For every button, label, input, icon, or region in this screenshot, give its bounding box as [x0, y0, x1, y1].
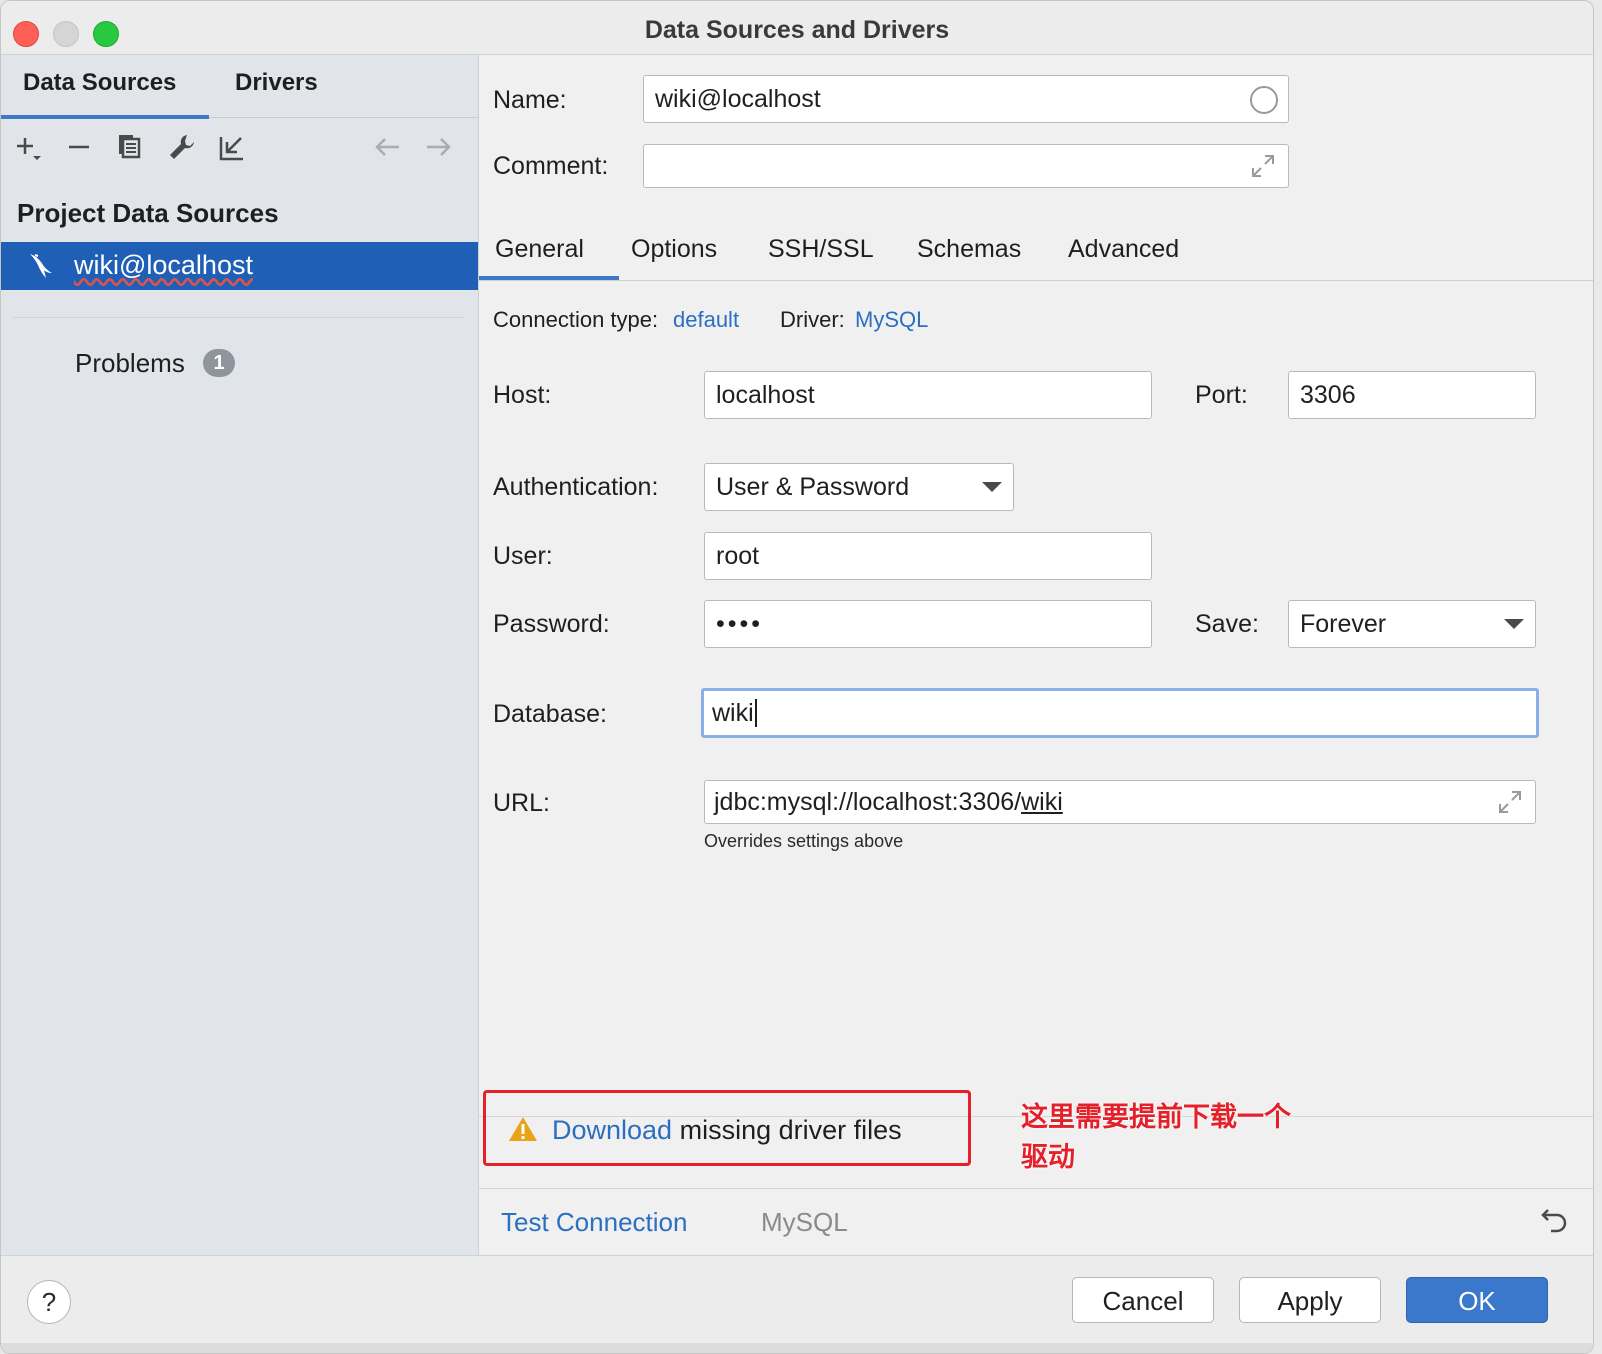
divider [479, 1188, 1593, 1189]
comment-field[interactable] [643, 144, 1289, 188]
chevron-down-icon [1504, 619, 1524, 629]
driver-label: Driver: [780, 307, 845, 332]
import-icon[interactable] [217, 131, 249, 163]
port-value: 3306 [1300, 380, 1356, 409]
dialog-footer: ? Cancel Apply OK [1, 1255, 1593, 1353]
save-value: Forever [1300, 609, 1387, 638]
authentication-value: User & Password [716, 472, 910, 501]
problems-label[interactable]: Problems [75, 348, 185, 379]
save-select[interactable]: Forever [1288, 600, 1536, 648]
active-tab-indicator [1, 115, 209, 119]
remove-icon[interactable] [63, 131, 95, 163]
warning-icon [509, 1117, 537, 1141]
database-input[interactable]: wiki [701, 688, 1539, 738]
name-field[interactable]: wiki@localhost [643, 75, 1289, 123]
color-picker-icon[interactable] [1250, 86, 1278, 114]
url-prefix: jdbc:mysql://localhost:3306/ [714, 787, 1022, 816]
mysql-dolphin-icon [30, 254, 52, 278]
download-driver-link[interactable]: Download [552, 1115, 672, 1145]
url-label: URL: [493, 789, 550, 817]
driver-link[interactable]: MySQL [855, 307, 928, 333]
user-label: User: [493, 542, 553, 570]
chevron-down-icon [982, 482, 1002, 492]
annotation-line-1: 这里需要提前下载一个 [1021, 1102, 1291, 1132]
connection-type-label: Connection type: [493, 307, 659, 332]
left-pane: Data Sources Drivers Project Data Source… [1, 55, 479, 1255]
database-label: Database: [493, 700, 607, 728]
tab-ssh-ssl[interactable]: SSH/SSL [768, 235, 874, 264]
url-database-part: wiki [1021, 787, 1063, 816]
missing-driver-warning: Download missing driver files [483, 1090, 971, 1166]
tab-advanced[interactable]: Advanced [1068, 235, 1179, 264]
tab-options[interactable]: Options [631, 235, 717, 264]
database-value: wiki [712, 698, 754, 727]
host-input[interactable]: localhost [704, 371, 1152, 419]
list-divider [13, 317, 463, 318]
host-value: localhost [716, 380, 815, 409]
authentication-label: Authentication: [493, 473, 659, 501]
title-bar: Data Sources and Drivers [1, 1, 1593, 55]
back-arrow-icon[interactable] [371, 131, 403, 163]
user-value: root [716, 541, 760, 570]
cancel-button[interactable]: Cancel [1072, 1277, 1214, 1323]
connection-type-link[interactable]: default [673, 307, 739, 333]
port-label: Port: [1195, 381, 1248, 409]
problems-count-badge: 1 [203, 349, 235, 377]
authentication-select[interactable]: User & Password [704, 463, 1014, 511]
save-label: Save: [1195, 610, 1259, 638]
section-title: Project Data Sources [17, 198, 279, 228]
warning-message: missing driver files [672, 1115, 902, 1145]
revert-icon[interactable] [1539, 1203, 1571, 1235]
dialog-window: Data Sources and Drivers Data Sources Dr… [0, 0, 1594, 1354]
password-input[interactable]: •••• [704, 600, 1152, 648]
ok-button[interactable]: OK [1406, 1277, 1548, 1323]
settings-tabs: General Options SSH/SSL Schemas Advanced [479, 225, 1593, 281]
test-driver-label: MySQL [761, 1207, 848, 1237]
warning-text: Download missing driver files [552, 1115, 902, 1146]
data-source-label: wiki@localhost [74, 250, 253, 280]
active-tab-indicator [479, 276, 619, 280]
add-icon[interactable] [13, 131, 45, 163]
duplicate-icon[interactable] [114, 131, 146, 163]
tab-general[interactable]: General [495, 235, 584, 264]
tab-schemas[interactable]: Schemas [917, 235, 1021, 264]
annotation-line-2: 驱动 [1021, 1142, 1075, 1172]
tab-drivers[interactable]: Drivers [235, 69, 318, 97]
test-connection-link[interactable]: Test Connection [501, 1207, 687, 1238]
expand-icon[interactable] [1497, 789, 1523, 815]
wrench-icon[interactable] [166, 131, 198, 163]
port-input[interactable]: 3306 [1288, 371, 1536, 419]
host-label: Host: [493, 381, 552, 409]
annotation-note: 这里需要提前下载一个 驱动 [1021, 1097, 1321, 1177]
apply-button[interactable]: Apply [1239, 1277, 1381, 1323]
password-value: •••• [716, 609, 764, 638]
name-value: wiki@localhost [655, 84, 821, 113]
url-hint: Overrides settings above [704, 831, 904, 851]
name-label: Name: [493, 86, 567, 114]
window-title: Data Sources and Drivers [644, 16, 950, 44]
user-input[interactable]: root [704, 532, 1152, 580]
password-label: Password: [493, 610, 610, 638]
expand-icon[interactable] [1250, 153, 1276, 179]
tab-data-sources[interactable]: Data Sources [23, 69, 176, 97]
url-input[interactable]: jdbc:mysql://localhost:3306/wiki [704, 780, 1536, 824]
text-cursor [754, 699, 757, 727]
help-button[interactable]: ? [27, 1280, 71, 1324]
right-pane: Name: wiki@localhost Comment: General Op… [479, 55, 1593, 1255]
ide-tool-strip [1, 1343, 1593, 1353]
comment-label: Comment: [493, 152, 609, 180]
data-source-item[interactable]: wiki@localhost [1, 242, 478, 290]
forward-arrow-icon[interactable] [423, 131, 455, 163]
